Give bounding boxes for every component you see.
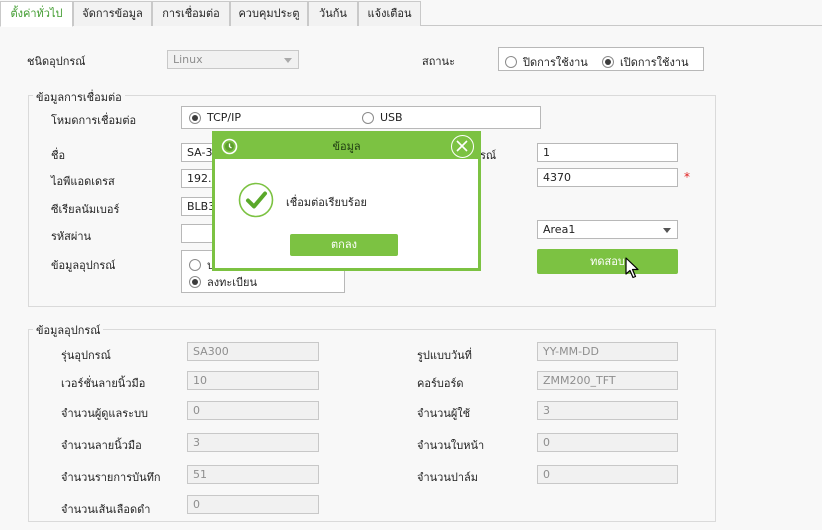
port-input[interactable]: 4370 [537, 168, 678, 187]
date-format-label: รูปแบบวันที่ [417, 349, 472, 362]
radio-selected-icon [189, 111, 201, 124]
vein-count-label: จำนวนเส้นเลือดดำ [61, 503, 151, 516]
mouse-cursor-icon [625, 257, 639, 279]
machine-number-input[interactable]: 1 [537, 143, 678, 162]
fingerprint-version-label: เวอร์ชั่นลายนิ้วมือ [61, 377, 146, 390]
status-label: สถานะ [422, 55, 455, 68]
device-info-option1-radio[interactable]: ป [189, 256, 214, 274]
record-count-label: จำนวนรายการบันทึก [61, 471, 161, 484]
admin-count-label: จำนวนผู้ดูแลระบบ [61, 407, 149, 420]
required-marker: * [684, 170, 690, 184]
test-button[interactable]: ทดสอบ [537, 249, 678, 274]
palm-count-field: 0 [537, 465, 678, 484]
dialog-message: เชื่อมต่อเรียบร้อย [286, 196, 367, 209]
tab-connection[interactable]: การเชื่อมต่อ [152, 1, 230, 26]
device-info-register-radio[interactable]: ลงทะเบียน [189, 273, 257, 291]
radio-icon [505, 56, 517, 68]
dialog-title: ข้อมูล [332, 140, 361, 153]
status-off-label: ปิดการใช้งาน [523, 56, 588, 69]
core-board-field: ZMM200_TFT [537, 371, 678, 390]
device-type-value: Linux [173, 53, 203, 66]
mode-usb-label: USB [380, 111, 403, 124]
check-circle-icon [238, 182, 274, 218]
connection-mode-label: โหมดการเชื่อมต่อ [51, 114, 137, 127]
user-count-field: 3 [537, 401, 678, 420]
machine-number-label-partial: รณ์ [480, 149, 497, 162]
tab-holiday[interactable]: วันก้น [308, 1, 358, 26]
tab-bar: ตั้งค่าทั่วไป จัดการข้อมูล การเชื่อมต่อ … [0, 0, 822, 27]
tab-door-control[interactable]: ควบคุมประตู [230, 1, 308, 26]
dialog-header: ข้อมูล [215, 134, 478, 159]
chevron-down-icon [284, 58, 292, 63]
mode-tcpip-radio[interactable]: TCP/IP [189, 111, 241, 124]
mode-tcpip-label: TCP/IP [207, 111, 241, 124]
radio-selected-icon [189, 276, 201, 288]
date-format-field: YY-MM-DD [537, 342, 678, 361]
ip-address-label: ไอพีแอดเดรส [51, 175, 115, 188]
status-on-label: เปิดการใช้งาน [620, 56, 689, 69]
connection-info-title: ข้อมูลการเชื่อมต่อ [33, 88, 125, 106]
status-on-radio[interactable]: เปิดการใช้งาน [602, 53, 689, 71]
device-info-option-label: ข้อมูลอุปกรณ์ [51, 259, 116, 272]
radio-icon [189, 259, 201, 271]
dialog-close-button[interactable] [451, 135, 474, 158]
fingerprint-version-field: 10 [187, 371, 319, 390]
device-info-title: ข้อมูลอุปกรณ์ [33, 321, 104, 339]
record-count-field: 51 [187, 465, 319, 484]
device-model-label: รุ่นอุปกรณ์ [61, 349, 111, 362]
radio-selected-icon [602, 56, 614, 68]
admin-count-field: 0 [187, 401, 319, 420]
core-board-label: คอร์บอร์ด [417, 377, 464, 390]
tab-alert[interactable]: แจ้งเตือน [358, 1, 421, 26]
vein-count-field: 0 [187, 495, 319, 514]
tab-general-settings[interactable]: ตั้งค่าทั่วไป [0, 1, 73, 27]
radio-icon [362, 111, 374, 124]
device-type-select[interactable]: Linux [167, 50, 299, 69]
tab-data-management[interactable]: จัดการข้อมูล [73, 1, 152, 26]
mode-usb-radio[interactable]: USB [362, 111, 403, 124]
face-count-field: 0 [537, 433, 678, 452]
chevron-down-icon [663, 228, 671, 233]
info-dialog: ข้อมูล เชื่อมต่อเรียบร้อย ตกลง [212, 131, 481, 271]
fingerprint-count-label: จำนวนลายนิ้วมือ [61, 439, 142, 452]
device-model-field: SA300 [187, 342, 319, 361]
palm-count-label: จำนวนปาล์ม [417, 471, 478, 484]
user-count-label: จำนวนผู้ใช้ [417, 407, 471, 420]
fingerprint-count-field: 3 [187, 433, 319, 452]
password-label: รหัสผ่าน [51, 230, 92, 243]
face-count-label: จำนวนใบหน้า [417, 439, 485, 452]
device-type-label: ชนิดอุปกรณ์ [27, 55, 86, 68]
status-off-radio[interactable]: ปิดการใช้งาน [505, 53, 588, 71]
area-select[interactable]: Area1 [537, 220, 678, 239]
device-info-register-label: ลงทะเบียน [207, 276, 257, 289]
close-icon [456, 140, 468, 152]
ok-button[interactable]: ตกลง [290, 234, 398, 256]
name-label: ชื่อ [51, 149, 66, 162]
serial-number-label: ซีเรียลนัมเบอร์ [51, 203, 120, 216]
area-value: Area1 [543, 223, 576, 236]
